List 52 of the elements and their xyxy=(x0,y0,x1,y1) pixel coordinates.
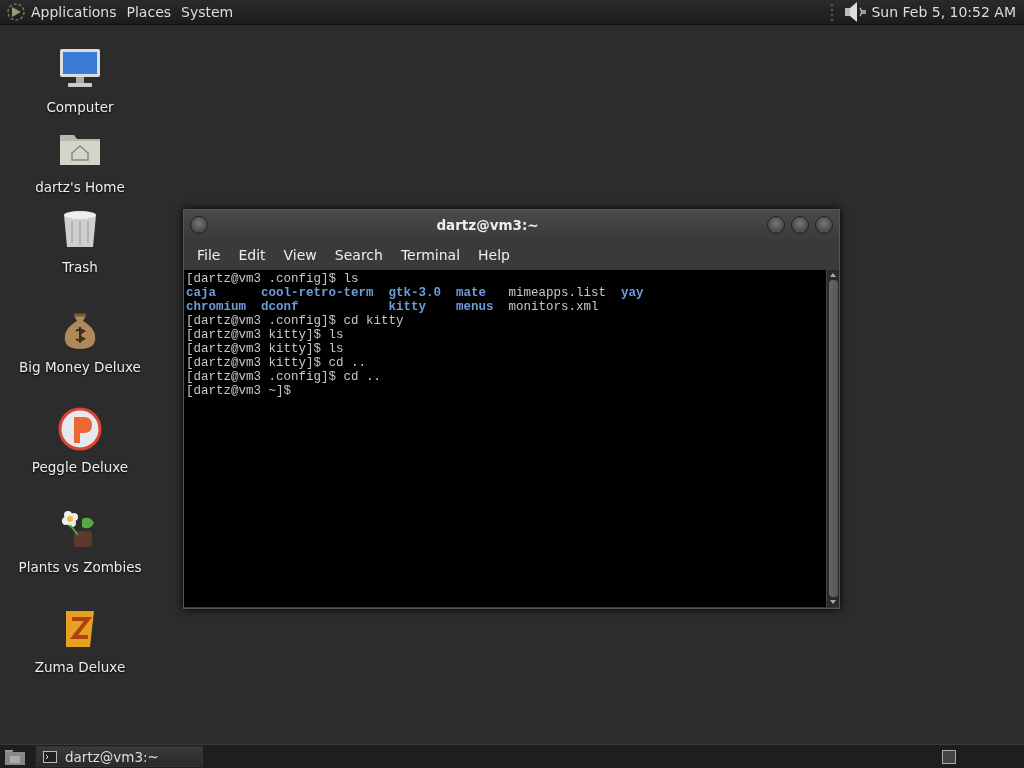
panel-menu[interactable]: Applications xyxy=(26,4,122,20)
menu-item[interactable]: Help xyxy=(469,247,519,263)
terminal-line: [dartz@vm3 .config]$ ls xyxy=(186,272,360,286)
desktop-icon-label[interactable]: Plants vs Zombies xyxy=(18,559,142,575)
terminal-icon xyxy=(43,750,57,763)
terminal-line: [dartz@vm3 kitty]$ ls xyxy=(186,342,345,356)
panel-menu[interactable]: System xyxy=(176,4,239,20)
desktop-icon-label[interactable]: dartz's Home xyxy=(35,179,125,195)
directory-name: dconf xyxy=(261,300,299,314)
directory-name: caja xyxy=(186,286,216,300)
menu-item[interactable]: View xyxy=(274,247,326,263)
directory-name: gtk-3.0 xyxy=(388,286,442,300)
scrollbar[interactable] xyxy=(826,270,839,607)
clock[interactable]: Sun Feb 5, 10:52 AM xyxy=(871,4,1016,20)
menu-item[interactable]: File xyxy=(188,247,230,263)
workspace-switcher[interactable] xyxy=(942,749,956,764)
desktop-icon-label[interactable]: Zuma Deluxe xyxy=(34,659,126,675)
terminal-line: [dartz@vm3 kitty]$ cd .. xyxy=(186,356,368,370)
desktop-icon-label[interactable]: Trash xyxy=(62,259,98,275)
menu-item[interactable]: Terminal xyxy=(391,247,470,263)
directory-name: kitty xyxy=(388,300,427,314)
menu-item[interactable]: Edit xyxy=(229,247,275,263)
terminal-line: [dartz@vm3 kitty]$ ls xyxy=(186,328,345,342)
maximize-button[interactable] xyxy=(791,216,809,234)
close-button[interactable] xyxy=(815,216,833,234)
window-title: dartz@vm3:~ xyxy=(435,217,540,233)
terminal-line: [dartz@vm3 .config]$ cd .. xyxy=(186,370,383,384)
taskbar-button[interactable]: dartz@vm3:~ xyxy=(36,746,203,767)
ball-icon[interactable] xyxy=(56,405,104,453)
desktop-icon-label[interactable]: Computer xyxy=(46,99,114,115)
terminal-area[interactable] xyxy=(184,270,839,607)
directory-name: cool-retro-term xyxy=(261,286,374,300)
scroll-up-icon xyxy=(829,272,837,278)
minimize-button[interactable] xyxy=(767,216,785,234)
menu-item[interactable]: Search xyxy=(325,247,392,263)
directory-name: mate xyxy=(456,286,487,300)
speaker-icon[interactable] xyxy=(842,0,868,24)
directory-name: yay xyxy=(621,286,644,300)
panel-handle-icon xyxy=(830,2,835,22)
scrollbar-thumb[interactable] xyxy=(828,280,838,597)
terminal-line: [dartz@vm3 ~]$ xyxy=(186,384,293,398)
desktop-icon-label[interactable]: Peggle Deluxe xyxy=(31,459,129,475)
panel-menu[interactable]: Places xyxy=(121,4,177,20)
file-name: mimeapps.list xyxy=(508,286,607,300)
directory-name: chromium xyxy=(186,300,246,314)
scroll-down-icon xyxy=(829,599,837,605)
window-menu-button[interactable] xyxy=(190,216,208,234)
file-name: monitors.xml xyxy=(508,300,599,314)
directory-name: menus xyxy=(456,300,494,314)
terminal-line: [dartz@vm3 .config]$ cd kitty xyxy=(186,314,405,328)
desktop-icon-label[interactable]: Big Money Deluxe xyxy=(19,359,141,375)
logo-icon[interactable] xyxy=(6,2,26,22)
